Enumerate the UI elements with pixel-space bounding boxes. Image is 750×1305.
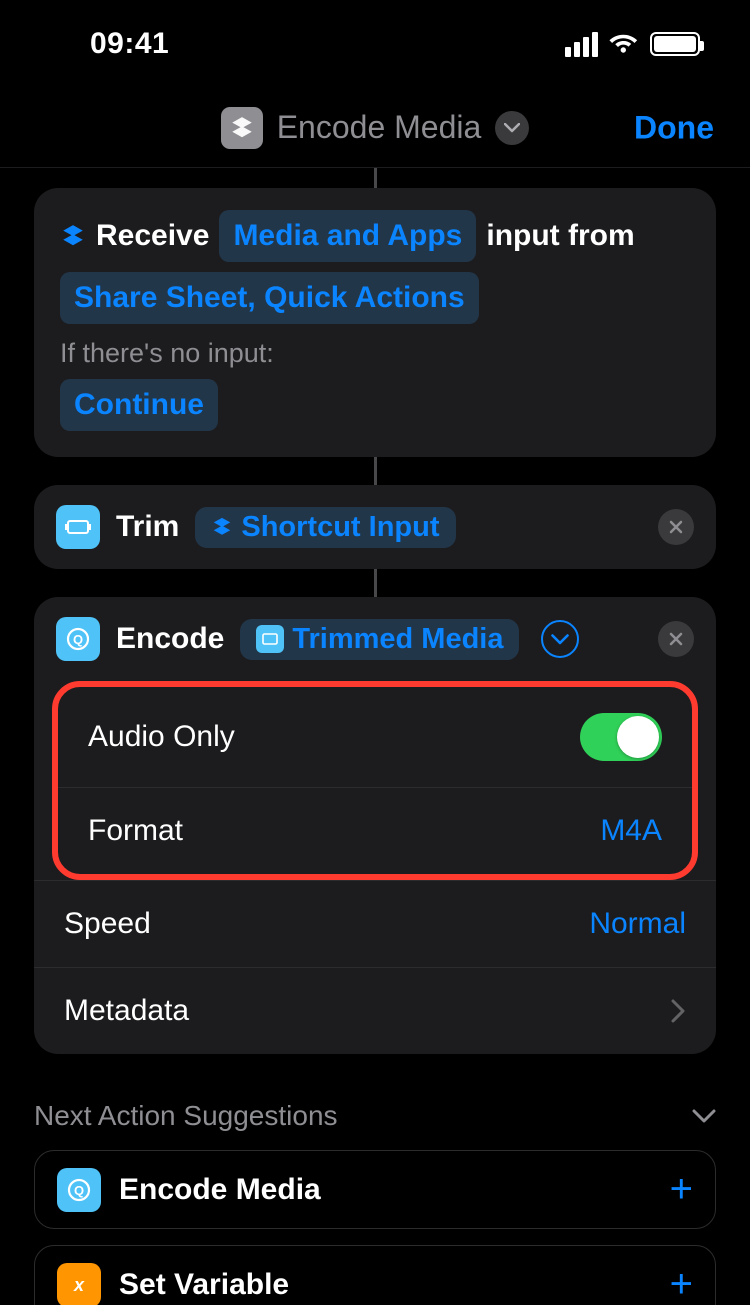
svg-text:x: x xyxy=(73,1275,85,1295)
input-sources-token[interactable]: Share Sheet, Quick Actions xyxy=(60,272,479,324)
trim-input-variable[interactable]: Shortcut Input xyxy=(195,507,455,548)
shortcut-app-icon xyxy=(221,107,263,149)
shortcut-glyph-icon xyxy=(211,516,233,538)
speed-label: Speed xyxy=(64,907,151,941)
suggestion-label: Set Variable xyxy=(119,1268,289,1302)
speed-row[interactable]: Speed Normal xyxy=(34,880,716,967)
trim-title: Trim xyxy=(116,510,179,544)
wifi-icon xyxy=(608,32,640,56)
trim-app-icon xyxy=(56,505,100,549)
close-icon xyxy=(668,519,684,535)
input-types-token[interactable]: Media and Apps xyxy=(219,210,476,262)
chevron-down-icon xyxy=(692,1109,716,1123)
no-input-action-token[interactable]: Continue xyxy=(60,379,218,431)
shortcut-glyph-icon xyxy=(60,223,86,249)
audio-only-toggle[interactable] xyxy=(580,713,662,761)
close-icon xyxy=(668,631,684,647)
svg-text:Q: Q xyxy=(74,1183,84,1198)
format-row[interactable]: Format M4A xyxy=(58,787,692,874)
page-title: Encode Media xyxy=(277,109,482,146)
receive-verb: Receive xyxy=(96,212,209,260)
connector-line xyxy=(374,569,377,597)
suggestions-title: Next Action Suggestions xyxy=(34,1100,338,1132)
encode-input-variable[interactable]: Trimmed Media xyxy=(240,619,519,660)
format-value[interactable]: M4A xyxy=(600,814,662,848)
add-suggestion-button[interactable]: + xyxy=(670,1167,693,1212)
encode-input-variable-label: Trimmed Media xyxy=(292,623,503,656)
suggestion-encode-media[interactable]: Q Encode Media + xyxy=(34,1150,716,1229)
encode-title: Encode xyxy=(116,622,224,656)
battery-icon xyxy=(650,32,700,56)
done-button[interactable]: Done xyxy=(634,109,714,146)
suggestion-label: Encode Media xyxy=(119,1173,321,1207)
delete-trim-button[interactable] xyxy=(658,509,694,545)
suggestions-header[interactable]: Next Action Suggestions xyxy=(34,1100,716,1132)
delete-encode-button[interactable] xyxy=(658,621,694,657)
highlighted-options: Audio Only Format M4A xyxy=(52,681,698,880)
status-indicators xyxy=(565,32,700,57)
connector-line xyxy=(374,457,377,485)
add-suggestion-button[interactable]: + xyxy=(670,1262,693,1305)
format-label: Format xyxy=(88,814,183,848)
no-input-label: If there's no input: xyxy=(60,338,690,369)
cellular-icon xyxy=(565,32,598,57)
chevron-right-icon xyxy=(670,998,686,1024)
suggestion-set-variable[interactable]: x Set Variable + xyxy=(34,1245,716,1305)
title-menu-button[interactable] xyxy=(495,111,529,145)
audio-only-row[interactable]: Audio Only xyxy=(58,687,692,787)
metadata-label: Metadata xyxy=(64,994,189,1028)
receive-action-card[interactable]: Receive Media and Apps input from Share … xyxy=(34,188,716,457)
encode-action-card[interactable]: Q Encode Trimmed Media Audio Only Format… xyxy=(34,597,716,1054)
receive-tail: input from xyxy=(486,212,634,260)
status-time: 09:41 xyxy=(90,27,169,61)
metadata-row[interactable]: Metadata xyxy=(34,967,716,1054)
collapse-options-button[interactable] xyxy=(541,620,579,658)
speed-value[interactable]: Normal xyxy=(589,907,686,941)
nav-bar: Encode Media Done xyxy=(0,88,750,168)
chevron-down-icon xyxy=(504,123,520,133)
media-variable-icon xyxy=(256,625,284,653)
status-bar: 09:41 xyxy=(0,0,750,88)
nav-title-group[interactable]: Encode Media xyxy=(221,107,530,149)
receive-summary: Receive Media and Apps input from Share … xyxy=(60,210,690,324)
quicktime-icon: Q xyxy=(57,1168,101,1212)
variable-icon: x xyxy=(57,1263,101,1305)
svg-text:Q: Q xyxy=(73,632,83,647)
chevron-down-icon xyxy=(551,634,569,645)
trim-input-variable-label: Shortcut Input xyxy=(241,511,439,544)
connector-line xyxy=(374,168,377,188)
trim-action-card[interactable]: Trim Shortcut Input xyxy=(34,485,716,569)
encode-app-icon: Q xyxy=(56,617,100,661)
audio-only-label: Audio Only xyxy=(88,720,235,754)
